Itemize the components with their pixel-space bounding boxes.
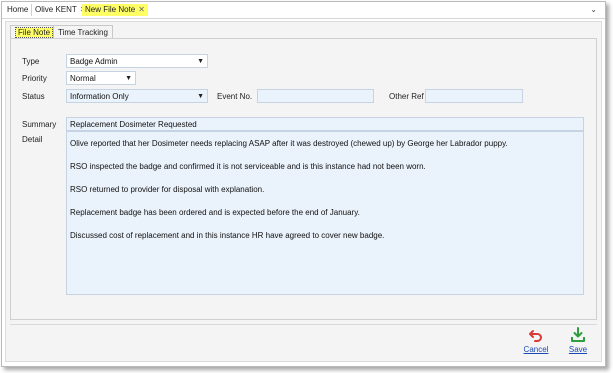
priority-select[interactable]: Normal ▼ <box>66 71 136 85</box>
status-label: Status <box>22 92 45 101</box>
dropdown-arrow-icon: ▼ <box>197 58 204 65</box>
priority-label: Priority <box>22 74 47 83</box>
detail-textarea[interactable]: Olive reported that her Dosimeter needs … <box>66 131 584 295</box>
dropdown-arrow-icon: ▼ <box>125 75 132 82</box>
status-select[interactable]: Information Only ▼ <box>66 89 208 103</box>
detail-line: Replacement badge has been ordered and i… <box>70 208 360 217</box>
other-ref-input[interactable] <box>425 89 523 103</box>
summary-input[interactable]: Replacement Dosimeter Requested <box>66 117 584 131</box>
event-no-label: Event No. <box>217 92 253 101</box>
detail-line: RSO inspected the badge and confirmed it… <box>70 162 426 171</box>
tab-home[interactable]: Home <box>4 4 33 16</box>
type-select[interactable]: Badge Admin ▼ <box>66 54 208 68</box>
save-button[interactable]: Save <box>563 327 593 354</box>
status-value: Information Only <box>70 92 129 101</box>
app-window: Home Olive KENT ✕ New File Note✕ ⌄ File N… <box>1 1 606 367</box>
tab-home-label: Home <box>7 5 29 14</box>
cancel-button[interactable]: Cancel <box>521 327 551 354</box>
type-label: Type <box>22 57 40 66</box>
summary-label: Summary <box>22 120 57 129</box>
other-ref-label: Other Ref <box>389 92 424 101</box>
tab-new-file-note[interactable]: New File Note ✕ <box>82 4 148 16</box>
event-no-input[interactable] <box>257 89 374 103</box>
detail-line: Discussed cost of replacement and in thi… <box>70 231 385 240</box>
file-note-form: Type Badge Admin ▼ Priority Normal ▼ Sta… <box>10 38 597 320</box>
undo-icon <box>529 330 542 342</box>
tab-time-tracking-label: Time Tracking <box>58 28 108 37</box>
type-value: Badge Admin <box>70 57 118 66</box>
tab-olive-kent-label: Olive KENT <box>35 5 77 14</box>
tab-time-tracking[interactable]: Time Tracking <box>53 25 113 39</box>
detail-label: Detail <box>22 135 43 144</box>
priority-value: Normal <box>70 74 96 83</box>
save-label: Save <box>568 345 588 354</box>
cancel-label: Cancel <box>523 345 549 354</box>
download-icon <box>571 327 585 342</box>
tab-file-note[interactable]: File Note <box>10 25 59 39</box>
dropdown-arrow-icon: ▼ <box>197 93 204 100</box>
divider <box>10 324 597 325</box>
tab-file-note-label: File Note <box>15 27 54 38</box>
detail-line: Olive reported that her Dosimeter needs … <box>70 139 508 148</box>
tab-new-file-note-label: New File Note <box>85 5 136 14</box>
close-icon[interactable]: ✕ <box>138 5 145 14</box>
chevron-down-icon[interactable]: ⌄ <box>590 4 597 16</box>
file-note-pane: File Note Time Tracking Type Badge Admin… <box>5 21 602 362</box>
document-tab-bar: Home Olive KENT ✕ New File Note✕ ⌄ <box>2 2 605 19</box>
detail-line: RSO returned to provider for disposal wi… <box>70 185 265 194</box>
summary-value: Replacement Dosimeter Requested <box>70 120 197 129</box>
